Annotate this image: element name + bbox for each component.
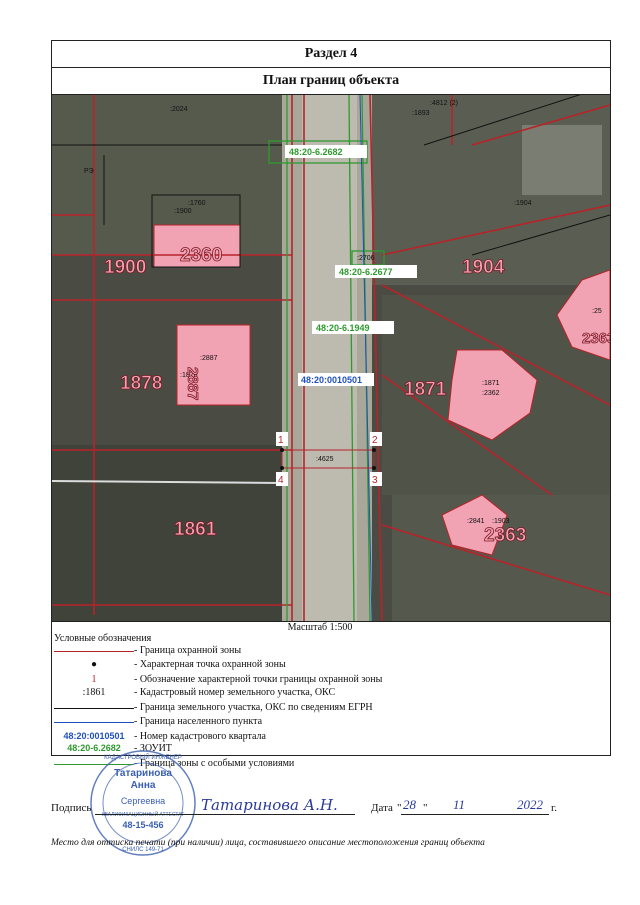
- date-day: 28: [403, 797, 416, 812]
- parcel-2024: :2024: [170, 106, 188, 113]
- parcel-1760: :1760: [188, 200, 206, 207]
- point-2: [372, 448, 376, 452]
- map-svg: 1 2 3 4 48:20-6.2682 48:20-6.2677 48:20-…: [52, 95, 610, 621]
- legend-title: Условные обозначения: [54, 633, 152, 644]
- big-2887: 2887: [184, 367, 201, 400]
- parcel-4625: :4625: [316, 456, 334, 463]
- boundary-map: 1 2 3 4 48:20-6.2682 48:20-6.2677 48:20-…: [52, 95, 610, 621]
- stamp-ring-top: КАДАСТРОВЫЙ ИНЖЕНЕР: [104, 753, 182, 761]
- parcel-2887: :2887: [200, 355, 218, 362]
- legend-item-zone-boundary: - Граница охранной зоны: [54, 645, 574, 657]
- big-2360: 2360: [180, 245, 222, 266]
- date-label: Дата: [371, 802, 393, 814]
- point-label-2: 2: [372, 435, 378, 446]
- stamp-cert: 48-15-456: [122, 820, 163, 830]
- point-label-4: 4: [278, 475, 284, 486]
- handwritten-signature: Татаринова А.Н.: [201, 796, 338, 814]
- parcel-1893: :1893: [412, 110, 430, 117]
- parcel-2706: :2706: [357, 255, 375, 262]
- zone-label-2677: 48:20-6.2677: [339, 267, 393, 277]
- parcel-1904: :1904: [514, 200, 532, 207]
- page-title: План границ объекта: [52, 68, 610, 95]
- big-1871: 1871: [404, 379, 447, 400]
- document-frame: Раздел 4 План границ объекта 1 2 3 4 48:…: [51, 40, 611, 622]
- dot-icon: ●: [90, 659, 98, 670]
- parcel-1900: :1900: [174, 208, 192, 215]
- big-1861: 1861: [174, 519, 217, 540]
- zone-label-2682: 48:20-6.2682: [289, 147, 343, 157]
- zone-label-1949: 48:20-6.1949: [316, 323, 370, 333]
- date-month: 11: [453, 797, 466, 812]
- parcel-2362: :2362: [482, 390, 500, 397]
- map-scale: Масштаб 1:500: [287, 622, 353, 633]
- legend-item-point: ● - Характерная точка охранной зоны: [54, 659, 574, 671]
- big-2363: 2363: [484, 525, 526, 546]
- big-1878: 1878: [120, 373, 162, 394]
- point-4: [280, 466, 284, 470]
- label-re: РЭ: [84, 168, 94, 175]
- signature-row: Подпись Татаринова А.Н. Дата " 28 " 11 2…: [51, 796, 558, 815]
- legend-item-cadastral: :1861 - Кадастровый номер земельного уча…: [82, 687, 336, 698]
- field-sw: [52, 445, 282, 621]
- stamp-name1: Татаринова: [114, 768, 172, 779]
- legend-item-point-label: 1 - Обозначение характерной точки границ…: [91, 674, 383, 685]
- date-year-suffix: г.: [551, 802, 558, 814]
- road-center: [302, 95, 357, 621]
- point-label-3: 3: [372, 475, 378, 486]
- big-1904: 1904: [462, 257, 505, 278]
- stamp-name2: Анна: [131, 780, 156, 791]
- point-label-1: 1: [278, 435, 284, 446]
- point-1: [280, 448, 284, 452]
- parcel-1903: :1903: [492, 518, 510, 525]
- quarter-label: 48:20:0010501: [301, 375, 362, 385]
- big-1900: 1900: [104, 257, 146, 278]
- signature-label: Подпись: [51, 802, 92, 814]
- stamp-note: Место для оттиска печати (при наличии) л…: [51, 838, 485, 848]
- point-3: [372, 466, 376, 470]
- section-title: Раздел 4: [52, 41, 610, 68]
- parcel-4812: :4812 (2): [430, 100, 458, 107]
- parcel-2841: :2841: [467, 518, 485, 525]
- legend-item-settlement: - Граница населенного пункта: [54, 716, 574, 728]
- big-2363-ne: 2363: [582, 330, 610, 347]
- greenhouse: [522, 125, 602, 195]
- parcel-25: :25: [592, 308, 602, 315]
- legend-item-quarter: 48:20:0010501 - Номер кадастрового кварт…: [63, 731, 266, 742]
- date-year: 2022: [517, 797, 543, 812]
- legend-item-egrn: - Граница земельного участка, ОКС по све…: [54, 702, 574, 714]
- parcel-1871: :1871: [482, 380, 500, 387]
